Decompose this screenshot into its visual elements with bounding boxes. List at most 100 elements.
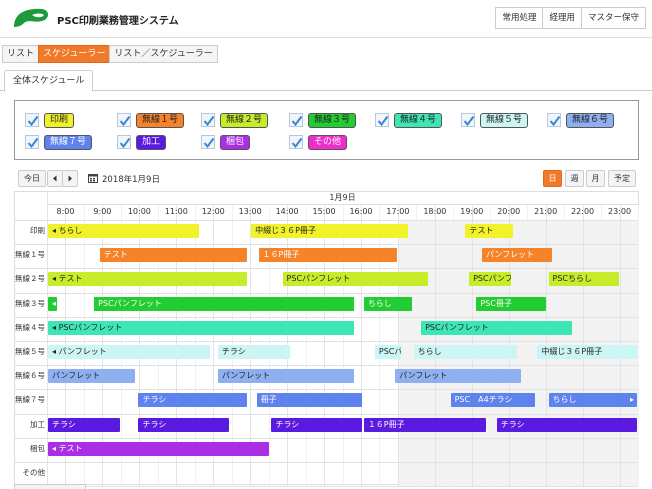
schedule-event[interactable]: PSCちらし [548, 272, 619, 287]
resource-label: 無線３号 [15, 298, 45, 308]
filter-label: 梱包 [220, 135, 251, 150]
current-date[interactable]: 2018年1月9日 [102, 173, 160, 185]
schedule-event[interactable]: 中綴じ３６P冊子 [251, 224, 408, 238]
schedule-event[interactable]: チラシ [138, 417, 229, 432]
view-day-button[interactable]: 日 [543, 170, 562, 187]
view-agenda-button[interactable]: 予定 [608, 170, 636, 187]
filter-checkbox[interactable] [289, 113, 303, 127]
schedule-event[interactable]: チラシ [496, 417, 637, 432]
schedule-event[interactable]: パンフレット [217, 369, 355, 384]
event-title: チラシ [142, 419, 167, 429]
view-month-button[interactable]: 月 [586, 170, 605, 187]
schedule-event[interactable]: PSC A4チラシ [450, 393, 536, 408]
schedule-event[interactable]: ◂ [48, 296, 58, 311]
hour-label: 14:00 [275, 207, 299, 216]
schedule-event[interactable]: １６P冊子 [363, 417, 486, 432]
schedule-event[interactable]: パンフレット [48, 369, 135, 384]
checkmark-icon [291, 115, 303, 127]
filter-checkbox[interactable] [547, 113, 561, 127]
schedule-event[interactable]: PSC冊子 [476, 296, 547, 311]
schedule-event[interactable]: １６P冊子 [258, 248, 397, 263]
prev-button[interactable] [47, 170, 63, 187]
schedule-event[interactable]: 冊子 [256, 393, 362, 408]
event-title: １６P冊子 [367, 419, 405, 429]
time-gridline [360, 205, 362, 487]
schedule-event[interactable]: ◂ テスト [48, 441, 270, 456]
schedule-event[interactable]: 中綴じ３６P冊子 [537, 345, 637, 359]
event-title: PSCパンフレット [286, 274, 351, 284]
filter-checkbox[interactable] [461, 113, 475, 127]
filter-label: 加工 [136, 135, 167, 150]
resource-label: 無線７号 [15, 395, 45, 405]
hour-label: 19:00 [460, 207, 484, 216]
continue-left-icon: ◂ [52, 298, 57, 308]
schedule-event[interactable]: PSCパンフレット [282, 272, 429, 287]
schedule-event[interactable]: パンフレット [395, 369, 521, 384]
tab-list[interactable]: リスト [2, 45, 40, 63]
event-title: チラシ [142, 395, 167, 405]
resource-label: 無線５号 [15, 347, 45, 356]
event-title: パンフレット [58, 347, 107, 356]
schedule-event[interactable]: ちらし ▸ [548, 393, 637, 408]
nav-button-master[interactable]: マスター保守 [580, 7, 646, 29]
event-title: PSCパンフレット [98, 298, 162, 308]
app-title: PSC印刷業務管理システム [57, 16, 179, 27]
hour-label: 16:00 [349, 207, 373, 216]
row-divider [15, 341, 638, 342]
top-nav: 常用処理 経理用 マスター保守 [495, 7, 646, 29]
schedule-event[interactable]: テスト [465, 224, 514, 238]
event-title: チラシ [52, 419, 76, 429]
schedule-event[interactable]: PSCパンフレット [421, 320, 573, 335]
schedule-event[interactable]: チラシ [217, 345, 290, 359]
filter-checkbox[interactable] [25, 135, 39, 149]
schedule-event[interactable]: ちらし [363, 296, 412, 311]
schedule-event[interactable]: パンフレット [482, 248, 553, 263]
schedule-event[interactable]: ちらし [413, 345, 517, 359]
hour-label: 12:00 [201, 207, 225, 216]
filter-checkbox[interactable] [289, 135, 303, 149]
view-week-button[interactable]: 週 [565, 170, 584, 187]
schedule-event[interactable]: テスト [99, 248, 248, 263]
filter-checkbox[interactable] [375, 113, 389, 127]
nav-button-common[interactable]: 常用処理 [495, 7, 544, 29]
filter-checkbox[interactable] [25, 113, 39, 127]
schedule-event[interactable]: ◂ ちらし [48, 224, 200, 238]
filter-checkbox[interactable] [201, 113, 215, 127]
hour-label: 21:00 [534, 207, 558, 216]
scrollbar-stub[interactable] [14, 484, 86, 489]
row-divider [15, 220, 638, 221]
schedule-event[interactable]: ◂ テスト [48, 272, 248, 287]
schedule-event[interactable]: チラシ [271, 417, 362, 432]
schedule-event[interactable]: チラシ [48, 417, 120, 432]
event-title: テスト [103, 250, 128, 260]
schedule-event[interactable]: PSCパ [374, 345, 401, 359]
schedule-event[interactable]: PSCパンフレット [94, 296, 355, 311]
row-divider [15, 413, 638, 415]
tab-list-scheduler[interactable]: リスト／スケジューラー [109, 45, 218, 63]
row-divider [15, 268, 638, 270]
nav-button-accounting[interactable]: 経理用 [542, 7, 582, 29]
checkmark-icon [119, 137, 131, 149]
filter-checkbox[interactable] [201, 135, 215, 149]
schedule-event[interactable]: チラシ [138, 393, 248, 408]
schedule-event[interactable]: PSCパンフレット [469, 272, 512, 287]
next-button[interactable] [62, 170, 78, 187]
time-gridline [305, 205, 307, 487]
row-divider [15, 316, 638, 318]
event-title: チラシ [275, 419, 300, 429]
resource-label: 加工 [30, 419, 45, 429]
schedule-event[interactable]: ◂ パンフレット [48, 345, 211, 359]
event-title: PSCパンフレット [473, 274, 512, 284]
filter-checkbox[interactable] [117, 113, 131, 127]
filter-checkbox[interactable] [117, 135, 131, 149]
tab-scheduler[interactable]: スケジューラー [38, 45, 111, 63]
calendar-icon[interactable] [88, 173, 98, 183]
filter-label: 無線１号 [136, 113, 185, 128]
row-divider [15, 389, 638, 391]
hour-label: 22:00 [571, 207, 595, 216]
tab-all-schedule[interactable]: 全体スケジュール [4, 70, 94, 92]
calendar-toolbar: 今日 2018年1月9日 日 週 月 予定 [14, 169, 639, 189]
checkmark-icon [377, 115, 389, 127]
today-button[interactable]: 今日 [18, 170, 46, 187]
schedule-event[interactable]: ◂ PSCパンフレット [48, 320, 355, 335]
